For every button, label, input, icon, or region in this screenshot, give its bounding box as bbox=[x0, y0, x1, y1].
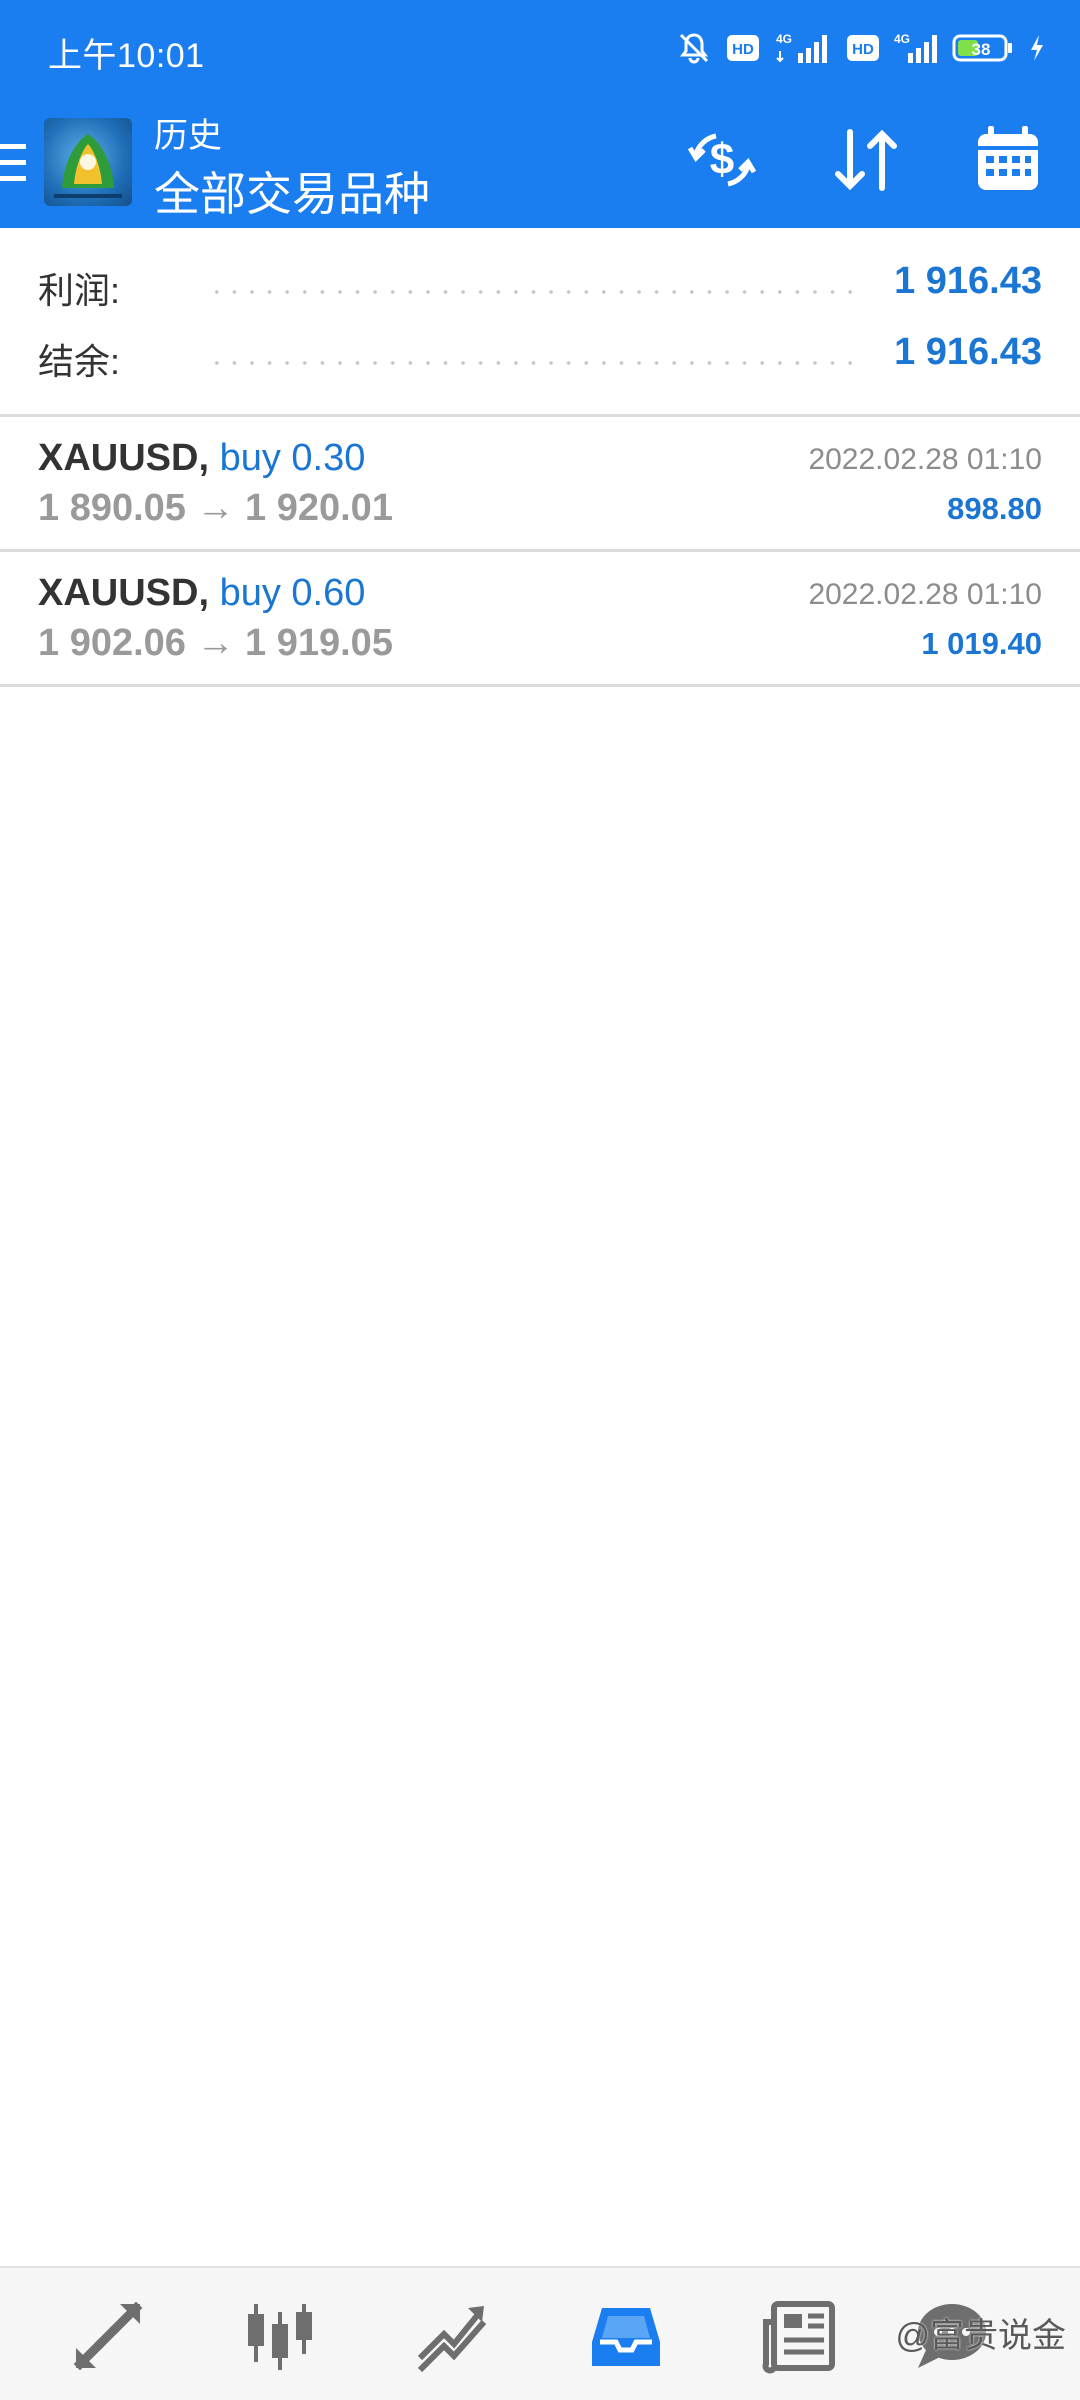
menu-icon[interactable] bbox=[0, 138, 30, 188]
page-title[interactable]: 全部交易品种 bbox=[154, 158, 430, 224]
signal-icon: 4G bbox=[776, 32, 827, 63]
news-icon[interactable] bbox=[762, 2298, 838, 2374]
deal-time: 2022.02.28 01:10 bbox=[808, 443, 1042, 476]
trade-icon[interactable] bbox=[414, 2298, 490, 2374]
hd-label-2: HD bbox=[852, 41, 874, 58]
profit-value: 1 916.43 bbox=[894, 260, 1042, 302]
network-label-2: 4G bbox=[894, 32, 910, 46]
summary-section: 利润: 1 916.43 结余: 1 916.43 bbox=[0, 228, 1080, 417]
symbol-separator: , bbox=[198, 572, 210, 614]
deal-symbol: XAUUSD, buy 0.30 bbox=[38, 437, 365, 480]
chart-icon[interactable] bbox=[242, 2298, 318, 2374]
history-icon[interactable] bbox=[588, 2298, 664, 2374]
network-label: 4G bbox=[776, 32, 792, 46]
balance-value: 1 916.43 bbox=[894, 331, 1042, 373]
deal-symbol: XAUUSD, buy 0.60 bbox=[38, 572, 365, 615]
status-time: 上午10:01 bbox=[48, 37, 205, 75]
hd-icon-2: HD bbox=[847, 35, 879, 61]
deal-profit: 1 019.40 bbox=[921, 626, 1042, 661]
hd-label: HD bbox=[732, 41, 754, 58]
app-root: 上午10:01 HD 4G HD 4G 38 历史 全部交易品种 $ 利润: 1… bbox=[0, 0, 1080, 2400]
balance-row: 结余: 1 916.43 bbox=[0, 323, 1080, 393]
quotes-icon[interactable] bbox=[70, 2298, 146, 2374]
mute-bell-icon bbox=[679, 33, 709, 64]
hd-icon: HD bbox=[727, 35, 759, 61]
charging-icon bbox=[1031, 35, 1043, 61]
bottom-nav: @富贵说金 bbox=[0, 2266, 1080, 2400]
profit-row: 利润: 1 916.43 bbox=[0, 252, 1080, 322]
profit-label: 利润: bbox=[38, 270, 121, 311]
signal-icon-2: 4G bbox=[894, 32, 937, 63]
dotted-leader bbox=[208, 361, 858, 365]
status-icons: HD 4G HD 4G 38 bbox=[676, 26, 1046, 70]
watermark-text: @富贵说金 bbox=[895, 2317, 1066, 2355]
deal-prices: 1 890.05 → 1 920.01 bbox=[38, 487, 393, 529]
deal-row[interactable]: XAUUSD, buy 0.60 1 902.06 → 1 919.05 202… bbox=[0, 552, 1080, 687]
symbol-separator: , bbox=[198, 437, 210, 479]
dotted-leader bbox=[208, 290, 858, 294]
top-bar: 上午10:01 HD 4G HD 4G 38 历史 全部交易品种 $ bbox=[0, 0, 1080, 228]
balance-label: 结余: bbox=[38, 341, 121, 382]
battery-level: 38 bbox=[972, 40, 991, 59]
sort-icon[interactable] bbox=[826, 120, 906, 200]
deal-type: buy 0.60 bbox=[219, 572, 366, 614]
page-subtitle: 历史 bbox=[154, 117, 222, 155]
currency-exchange-icon[interactable]: $ bbox=[682, 120, 762, 200]
deal-prices: 1 902.06 → 1 919.05 bbox=[38, 622, 393, 664]
deal-time: 2022.02.28 01:10 bbox=[808, 578, 1042, 611]
symbol-text: XAUUSD bbox=[38, 437, 199, 479]
calendar-icon[interactable] bbox=[968, 120, 1048, 200]
svg-text:$: $ bbox=[710, 135, 734, 184]
deal-type: buy 0.30 bbox=[219, 437, 366, 479]
deal-profit: 898.80 bbox=[947, 491, 1042, 526]
battery-icon: 38 bbox=[952, 34, 1012, 62]
symbol-text: XAUUSD bbox=[38, 572, 199, 614]
deal-row[interactable]: XAUUSD, buy 0.30 1 890.05 → 1 920.01 202… bbox=[0, 417, 1080, 552]
app-logo-icon[interactable] bbox=[44, 118, 132, 206]
